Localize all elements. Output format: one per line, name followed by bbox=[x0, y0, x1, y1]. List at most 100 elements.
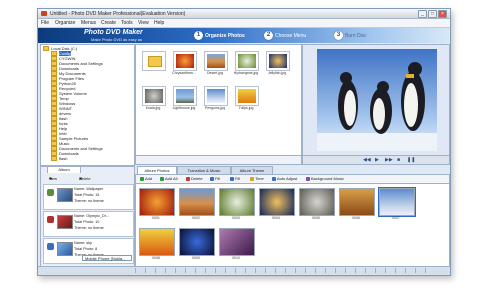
auto-adjust-button[interactable]: Auto Adjust bbox=[272, 176, 297, 181]
thumbnail[interactable] bbox=[235, 51, 259, 71]
thumb-caption: Lighthouse.jpg bbox=[172, 106, 196, 110]
menu-menus[interactable]: Menus bbox=[81, 20, 96, 26]
thumbnail[interactable] bbox=[204, 51, 228, 71]
delete-button[interactable]: Delete bbox=[186, 176, 203, 181]
thumbnail-scrollbar[interactable] bbox=[135, 155, 302, 165]
stop-button[interactable]: ■ bbox=[397, 157, 400, 163]
photo-caption: 0009 bbox=[192, 256, 200, 260]
thumbnail[interactable] bbox=[173, 86, 197, 106]
step-organize-photos[interactable]: 1 Organize Photos bbox=[194, 31, 245, 40]
thumbnail[interactable] bbox=[204, 86, 228, 106]
add-icon bbox=[140, 176, 144, 181]
app-icon bbox=[41, 11, 47, 16]
tree-item[interactable]: flash bbox=[51, 156, 67, 162]
album-photo[interactable] bbox=[139, 188, 175, 216]
thumb-caption: Koala.jpg bbox=[145, 106, 161, 110]
thumbnail[interactable] bbox=[266, 51, 290, 71]
thumb-image bbox=[238, 89, 256, 103]
album-photo[interactable] bbox=[179, 188, 215, 216]
tab-album-photos[interactable]: Album Photos bbox=[137, 166, 177, 174]
album-photo-selected[interactable] bbox=[379, 188, 415, 216]
background-music-button[interactable]: Background Music bbox=[306, 176, 344, 181]
timeline-ruler bbox=[135, 268, 435, 273]
menu-create[interactable]: Create bbox=[101, 20, 116, 26]
album-photo[interactable] bbox=[219, 188, 255, 216]
photo-caption: 0002 bbox=[192, 216, 200, 220]
photo-caption: 0005 bbox=[312, 216, 320, 220]
pause-button[interactable]: ❚❚ bbox=[407, 157, 415, 163]
step-label: Organize Photos bbox=[205, 32, 245, 39]
add-button[interactable]: Add bbox=[140, 176, 152, 181]
album-toolbar: ✚ New ✖ Delete bbox=[49, 176, 91, 181]
album-photo[interactable] bbox=[259, 188, 295, 216]
minimize-button[interactable]: _ bbox=[418, 10, 427, 18]
auto-adjust-icon bbox=[272, 176, 276, 181]
photo-caption: 0007 bbox=[392, 216, 400, 220]
brand-tagline: Make Photo DVD as easy as bbox=[91, 37, 143, 42]
thumb-image bbox=[207, 89, 225, 103]
output-format-select[interactable]: Mobile Phone (Nokia... bbox=[82, 255, 132, 261]
album-total: Total Photo: 8 bbox=[74, 247, 98, 251]
drive-icon bbox=[43, 46, 49, 52]
album-check-icon bbox=[47, 189, 54, 196]
rewind-button[interactable]: ◀◀ bbox=[363, 157, 371, 163]
step-number: 2 bbox=[264, 31, 273, 40]
thumbnail[interactable] bbox=[142, 51, 166, 71]
thumbnail[interactable] bbox=[235, 86, 259, 106]
photo-caption: 0001 bbox=[152, 216, 160, 220]
step-number: 3 bbox=[334, 31, 343, 40]
thumb-image bbox=[176, 89, 194, 103]
menu-bar: File Organize Menus Create Tools View He… bbox=[38, 19, 450, 28]
thumb-image bbox=[176, 54, 194, 68]
album-photo[interactable] bbox=[339, 188, 375, 216]
time-button[interactable]: Time bbox=[250, 176, 264, 181]
thumb-caption: Desert.jpg bbox=[207, 71, 223, 75]
album-theme: Theme: no theme bbox=[74, 199, 104, 203]
album-name: Name: Olympic_Dr... bbox=[74, 214, 110, 218]
clock-icon bbox=[250, 176, 254, 181]
add-all-button[interactable]: Add All bbox=[160, 176, 177, 181]
menu-file[interactable]: File bbox=[41, 20, 49, 26]
album-item[interactable]: Name: Wallpaper Total Photo: 15 Theme: n… bbox=[43, 184, 134, 210]
album-photo[interactable] bbox=[299, 188, 335, 216]
thumbnail[interactable] bbox=[173, 51, 197, 71]
brand-title: Photo DVD Maker bbox=[84, 29, 143, 36]
album-cover bbox=[57, 215, 73, 229]
album-item[interactable]: Name: Olympic_Dr... Total Photo: 10 Them… bbox=[43, 211, 134, 237]
photo-caption: 0003 bbox=[232, 216, 240, 220]
step-number: 1 bbox=[194, 31, 203, 40]
status-bar bbox=[38, 266, 450, 275]
close-button[interactable]: × bbox=[438, 10, 447, 18]
window-title: Untitled - Photo DVD Maker Professional(… bbox=[50, 11, 186, 17]
thumb-image bbox=[207, 54, 225, 68]
step-burn-disc[interactable]: 3 Burn Disc bbox=[334, 31, 367, 40]
menu-organize[interactable]: Organize bbox=[55, 20, 75, 26]
tab-transition-music[interactable]: Transition & Music bbox=[177, 166, 231, 174]
rotate-right-icon bbox=[230, 176, 234, 181]
tab-album-theme[interactable]: Album Theme bbox=[231, 166, 273, 174]
menu-tools[interactable]: Tools bbox=[121, 20, 133, 26]
thumbnail[interactable] bbox=[142, 86, 166, 106]
album-tab[interactable]: Album bbox=[47, 166, 81, 173]
thumb-caption: Hydrangeas.jpg bbox=[233, 71, 259, 75]
maximize-button[interactable]: □ bbox=[428, 10, 437, 18]
forward-button[interactable]: ▶▶ bbox=[385, 157, 393, 163]
music-icon bbox=[306, 176, 310, 181]
menu-view[interactable]: View bbox=[138, 20, 149, 26]
thumb-caption: Tulips.jpg bbox=[238, 106, 254, 110]
editor-tabs: Album Photos Transition & Music Album Th… bbox=[135, 166, 448, 174]
album-name: Name: Wallpaper bbox=[74, 187, 104, 191]
play-button[interactable]: ▶ bbox=[375, 157, 379, 163]
add-all-icon bbox=[160, 176, 164, 181]
album-photo[interactable] bbox=[139, 228, 175, 256]
menu-help[interactable]: Help bbox=[154, 20, 164, 26]
album-photo[interactable] bbox=[219, 228, 255, 256]
delete-icon bbox=[186, 176, 190, 181]
rotate-left-button[interactable]: Fill bbox=[210, 176, 220, 181]
folder-tree[interactable]: Local Disk (C:) Config CYGWIN Documents … bbox=[40, 44, 135, 166]
photo-caption: 0006 bbox=[352, 216, 360, 220]
album-photo[interactable] bbox=[179, 228, 215, 256]
thumb-image bbox=[269, 54, 287, 68]
step-choose-menu[interactable]: 2 Choose Menu bbox=[264, 31, 306, 40]
rotate-right-button[interactable]: Fill bbox=[230, 176, 240, 181]
